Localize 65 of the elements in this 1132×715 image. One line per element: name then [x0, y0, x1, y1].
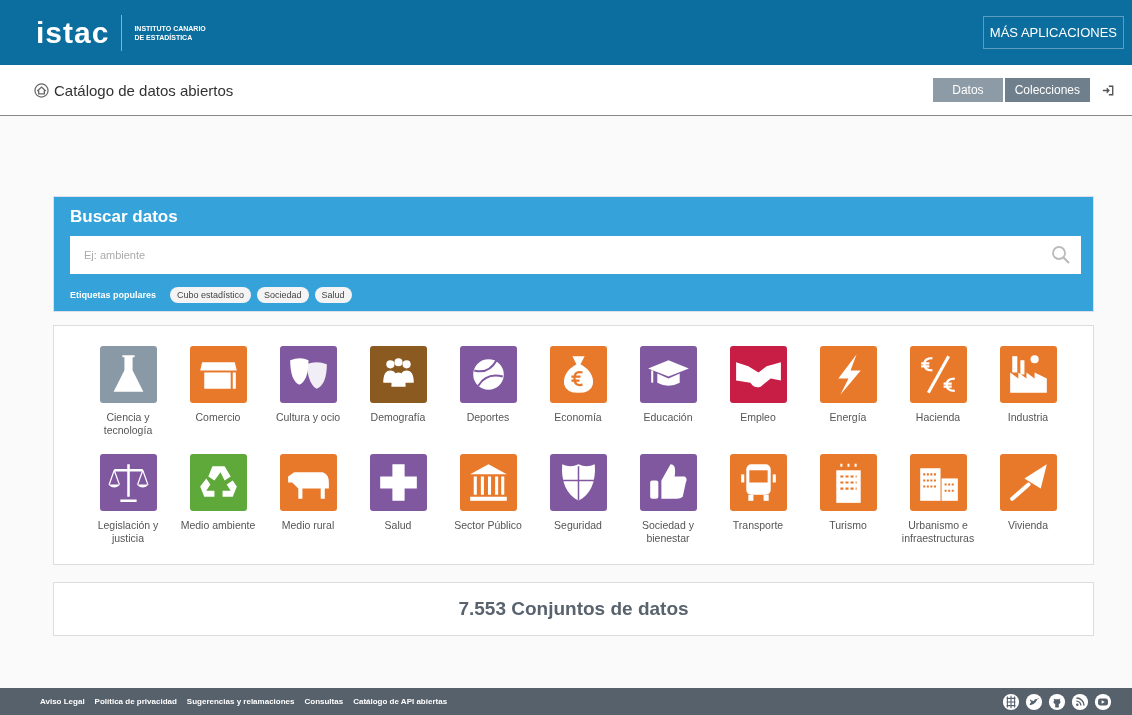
category-link[interactable]: Urbanismo e infraestructuras: [894, 519, 982, 545]
category-link[interactable]: Energía: [804, 411, 892, 424]
apps-button[interactable]: MÁS APLICACIONES: [982, 16, 1124, 49]
handshake-icon[interactable]: [729, 346, 787, 403]
columns-building-icon[interactable]: [459, 454, 517, 511]
login-icon[interactable]: [1102, 84, 1114, 96]
footer-link[interactable]: Aviso Legal: [40, 697, 85, 706]
graduation-cap-icon[interactable]: [639, 346, 697, 403]
recycle-icon[interactable]: [189, 454, 247, 511]
tag-chip[interactable]: Salud: [314, 287, 352, 303]
tags-label: Etiquetas populares: [70, 290, 157, 300]
tag-chip[interactable]: Sociedad: [257, 287, 309, 303]
category-link[interactable]: Industria: [984, 411, 1072, 424]
search-title: Buscar datos: [70, 207, 179, 227]
money-bag-icon[interactable]: [549, 346, 607, 403]
category-link[interactable]: Sociedad y bienestar: [624, 519, 712, 545]
twitter-icon[interactable]: [1025, 692, 1043, 711]
dataset-count: 7.553 Conjuntos de datos: [458, 598, 689, 620]
shop-icon[interactable]: [189, 346, 247, 403]
nav-tab[interactable]: Colecciones: [1004, 78, 1090, 102]
category-link[interactable]: Medio rural: [264, 519, 352, 532]
rss-icon[interactable]: [1071, 692, 1089, 711]
cow-icon[interactable]: [279, 454, 337, 511]
category-link[interactable]: Legislación y justicia: [84, 519, 172, 545]
category-link[interactable]: Cultura y ocio: [264, 411, 352, 424]
flask-icon[interactable]: [99, 346, 157, 403]
home-icon[interactable]: [34, 82, 49, 98]
category-link[interactable]: Educación: [624, 411, 712, 424]
category-link[interactable]: Sector Público: [444, 519, 532, 532]
category-link[interactable]: Demografía: [354, 411, 442, 424]
factory-icon[interactable]: [999, 346, 1057, 403]
plus-icon[interactable]: [369, 454, 427, 511]
github-icon[interactable]: [1048, 692, 1066, 711]
category-link[interactable]: Transporte: [714, 519, 802, 532]
scales-icon[interactable]: [99, 454, 157, 511]
category-link[interactable]: Deportes: [444, 411, 532, 424]
tag-chip[interactable]: Cubo estadístico: [170, 287, 252, 303]
lightning-icon[interactable]: [819, 346, 877, 403]
thumbs-up-icon[interactable]: [639, 454, 697, 511]
footer-link[interactable]: Consultas: [304, 697, 344, 706]
buildings-icon[interactable]: [909, 454, 967, 511]
network-icon[interactable]: [1002, 692, 1020, 711]
category-link[interactable]: Vivienda: [984, 519, 1072, 532]
footer-link[interactable]: Catálogo de API abiertas: [353, 697, 448, 706]
people-icon[interactable]: [369, 346, 427, 403]
footer-link[interactable]: Política de privacidad: [94, 697, 177, 706]
category-link[interactable]: Turismo: [804, 519, 892, 532]
logo[interactable]: istac: [36, 14, 123, 51]
euro-fraction-icon[interactable]: [909, 346, 967, 403]
category-link[interactable]: Comercio: [174, 411, 262, 424]
page-title: Catálogo de datos abiertos: [54, 81, 234, 99]
category-link[interactable]: Medio ambiente: [174, 519, 262, 532]
category-link[interactable]: Salud: [354, 519, 442, 532]
footer-link[interactable]: Sugerencias y relamaciones: [186, 697, 295, 706]
hotel-icon[interactable]: [819, 454, 877, 511]
search-field[interactable]: Ej: ambiente: [70, 236, 1081, 274]
bus-icon[interactable]: [729, 454, 787, 511]
category-link[interactable]: Economía: [534, 411, 622, 424]
category-link[interactable]: Hacienda: [894, 411, 982, 424]
youtube-icon[interactable]: [1094, 692, 1112, 711]
category-link[interactable]: Seguridad: [534, 519, 622, 532]
shield-icon[interactable]: [549, 454, 607, 511]
category-link[interactable]: Empleo: [714, 411, 802, 424]
trowel-icon[interactable]: [999, 454, 1057, 511]
category-link[interactable]: Ciencia y tecnología: [84, 411, 172, 437]
